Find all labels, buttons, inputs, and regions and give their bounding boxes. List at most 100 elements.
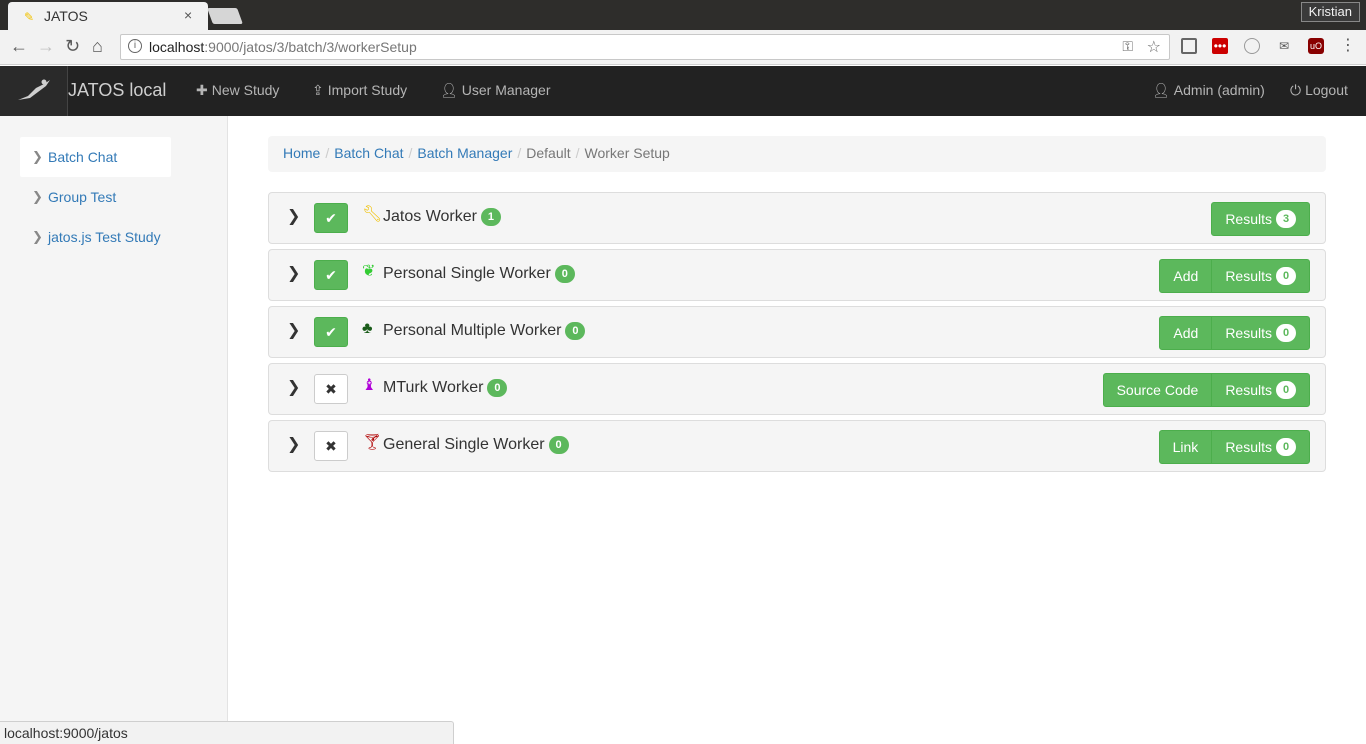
admin-user-link[interactable]: 👤︎ Admin (admin) [1152, 82, 1265, 99]
jatos-logo[interactable] [0, 66, 68, 116]
worker-count-badge: 0 [565, 322, 586, 340]
results-button[interactable]: Results 0 [1211, 316, 1310, 350]
chevron-right-icon: ❯ [32, 149, 43, 164]
key-icon[interactable]: ⚿ [1122, 38, 1133, 55]
browser-status-bar: localhost:9000/jatos [0, 721, 454, 744]
new-study-link[interactable]: ✚ New Study [196, 82, 279, 99]
worker-name: Personal Multiple Worker 0 [383, 322, 586, 340]
worker-name: MTurk Worker 0 [383, 379, 508, 397]
link-button[interactable]: Link [1158, 430, 1213, 464]
leaf-icon: ❦ [362, 263, 376, 280]
check-icon: ✔ [325, 267, 337, 283]
tab-close-icon[interactable]: × [184, 7, 192, 23]
url-text[interactable]: localhost:9000/jatos/3/batch/3/workerSet… [149, 39, 417, 55]
logout-label: Logout [1305, 82, 1348, 98]
mail-extension-icon[interactable]: ✉ [1276, 38, 1292, 54]
pocket-extension-icon[interactable] [1181, 38, 1197, 54]
import-study-link[interactable]: ⇪ Import Study [312, 82, 407, 99]
chevron-right-icon[interactable]: ❯ [287, 434, 300, 454]
browser-tabstrip: ✎ JATOS × Kristian [0, 0, 1366, 30]
chevron-right-icon: ❯ [32, 229, 43, 244]
source-code-button[interactable]: Source Code [1102, 373, 1213, 407]
wrench-icon: 🔧︎ [362, 206, 383, 223]
profile-button[interactable]: Kristian [1300, 2, 1360, 22]
tab-title: JATOS [44, 8, 88, 24]
user-icon: 👤︎ [440, 82, 458, 98]
check-icon: ✔ [325, 324, 337, 340]
worker-button-group: Add Results 0 [1159, 316, 1310, 350]
sidebar-item-label: Batch Chat [48, 149, 118, 165]
worker-count-badge: 1 [480, 208, 501, 226]
add-button[interactable]: Add [1159, 316, 1213, 350]
import-icon: ⇪ [312, 82, 324, 98]
home-icon[interactable]: ⌂ [92, 36, 103, 56]
user-icon: 👤︎ [1152, 82, 1170, 98]
worker-row-personal-single: ❯ ✔ ❦ Personal Single Worker 0 Add Result… [268, 249, 1326, 301]
worker-button-group: Source Code Results 0 [1102, 373, 1310, 407]
worker-name-label: Personal Single Worker [383, 265, 551, 283]
worker-disabled-toggle[interactable]: ✖ [314, 431, 348, 461]
bishop-icon: ♝ [362, 377, 377, 394]
brand-title[interactable]: JATOS local [68, 80, 166, 101]
results-button[interactable]: Results 3 [1211, 202, 1310, 236]
results-label: Results [1225, 439, 1272, 455]
address-bar[interactable]: i localhost:9000/jatos/3/batch/3/workerS… [120, 34, 1170, 60]
sidebar-item-group-test[interactable]: ❯ Group Test [20, 177, 171, 217]
results-label: Results [1225, 268, 1272, 284]
sidebar-item-label: jatos.js Test Study [48, 229, 161, 245]
lastpass-extension-icon[interactable]: ••• [1212, 38, 1228, 54]
sidebar-item-batch-chat[interactable]: ❯ Batch Chat [20, 137, 171, 177]
jatos-favicon-icon: ✎ [24, 10, 35, 24]
worker-name-label: Personal Multiple Worker [383, 322, 562, 340]
admin-user-label: Admin (admin) [1173, 82, 1265, 98]
worker-enabled-toggle[interactable]: ✔ [314, 260, 348, 290]
info-icon[interactable]: i [128, 39, 142, 53]
logout-link[interactable]: ⏻ Logout [1290, 82, 1348, 99]
sidebar-item-jatosjs-test-study[interactable]: ❯ jatos.js Test Study [20, 217, 171, 257]
sidebar: ❯ Batch Chat ❯ Group Test ❯ jatos.js Tes… [0, 116, 228, 744]
results-count-badge: 0 [1276, 267, 1296, 286]
user-manager-link[interactable]: 👤︎ User Manager [440, 82, 550, 99]
breadcrumb-batch-manager[interactable]: Batch Manager [417, 145, 512, 161]
forward-icon[interactable]: → [37, 36, 55, 56]
results-button[interactable]: Results 0 [1211, 373, 1310, 407]
reload-icon[interactable]: ↻ [65, 36, 80, 56]
power-icon: ⏻ [1290, 82, 1302, 98]
new-tab-button[interactable] [207, 8, 243, 24]
chevron-right-icon[interactable]: ❯ [287, 206, 300, 226]
chevron-right-icon[interactable]: ❯ [287, 377, 300, 397]
worker-count-badge: 0 [487, 379, 508, 397]
results-button[interactable]: Results 0 [1211, 430, 1310, 464]
x-icon: ✖ [325, 381, 337, 397]
worker-row-jatos: ❯ ✔ 🔧︎ Jatos Worker 1 Results 3 [268, 192, 1326, 244]
breadcrumb-home[interactable]: Home [283, 145, 320, 161]
ublock-extension-icon[interactable]: uO [1308, 38, 1324, 54]
worker-disabled-toggle[interactable]: ✖ [314, 374, 348, 404]
worker-name: General Single Worker 0 [383, 436, 569, 454]
worker-button-group: Add Results 0 [1159, 259, 1310, 293]
breadcrumb-worker-setup: Worker Setup [584, 145, 670, 161]
results-button[interactable]: Results 0 [1211, 259, 1310, 293]
url-path: :9000/jatos/3/batch/3/workerSetup [204, 39, 417, 55]
breadcrumb-separator: / [325, 145, 330, 161]
chevron-right-icon[interactable]: ❯ [287, 263, 300, 283]
worker-count-badge: 0 [548, 436, 569, 454]
worker-enabled-toggle[interactable]: ✔ [314, 317, 348, 347]
breadcrumb-separator: / [517, 145, 522, 161]
worker-name-label: MTurk Worker [383, 379, 484, 397]
menu-icon[interactable]: ⋮ [1340, 38, 1356, 54]
ghostery-extension-icon[interactable] [1244, 38, 1260, 54]
add-button[interactable]: Add [1159, 259, 1213, 293]
sidebar-item-label: Group Test [48, 189, 117, 205]
chevron-right-icon[interactable]: ❯ [287, 320, 300, 340]
back-icon[interactable]: ← [10, 36, 28, 56]
breadcrumb: Home / Batch Chat / Batch Manager / Default / Wo… [268, 136, 1326, 172]
breadcrumb-batch-chat[interactable]: Batch Chat [334, 145, 403, 161]
plus-icon: ✚ [196, 82, 208, 98]
app-navbar: JATOS local ✚ New Study ⇪ Import Study 👤︎ U… [0, 66, 1366, 116]
star-icon[interactable]: ☆ [1147, 37, 1161, 57]
worker-enabled-toggle[interactable]: ✔ [314, 203, 348, 233]
chevron-right-icon: ❯ [32, 189, 43, 204]
worker-name-label: Jatos Worker [383, 208, 477, 226]
browser-tab[interactable]: ✎ JATOS × [8, 2, 208, 30]
